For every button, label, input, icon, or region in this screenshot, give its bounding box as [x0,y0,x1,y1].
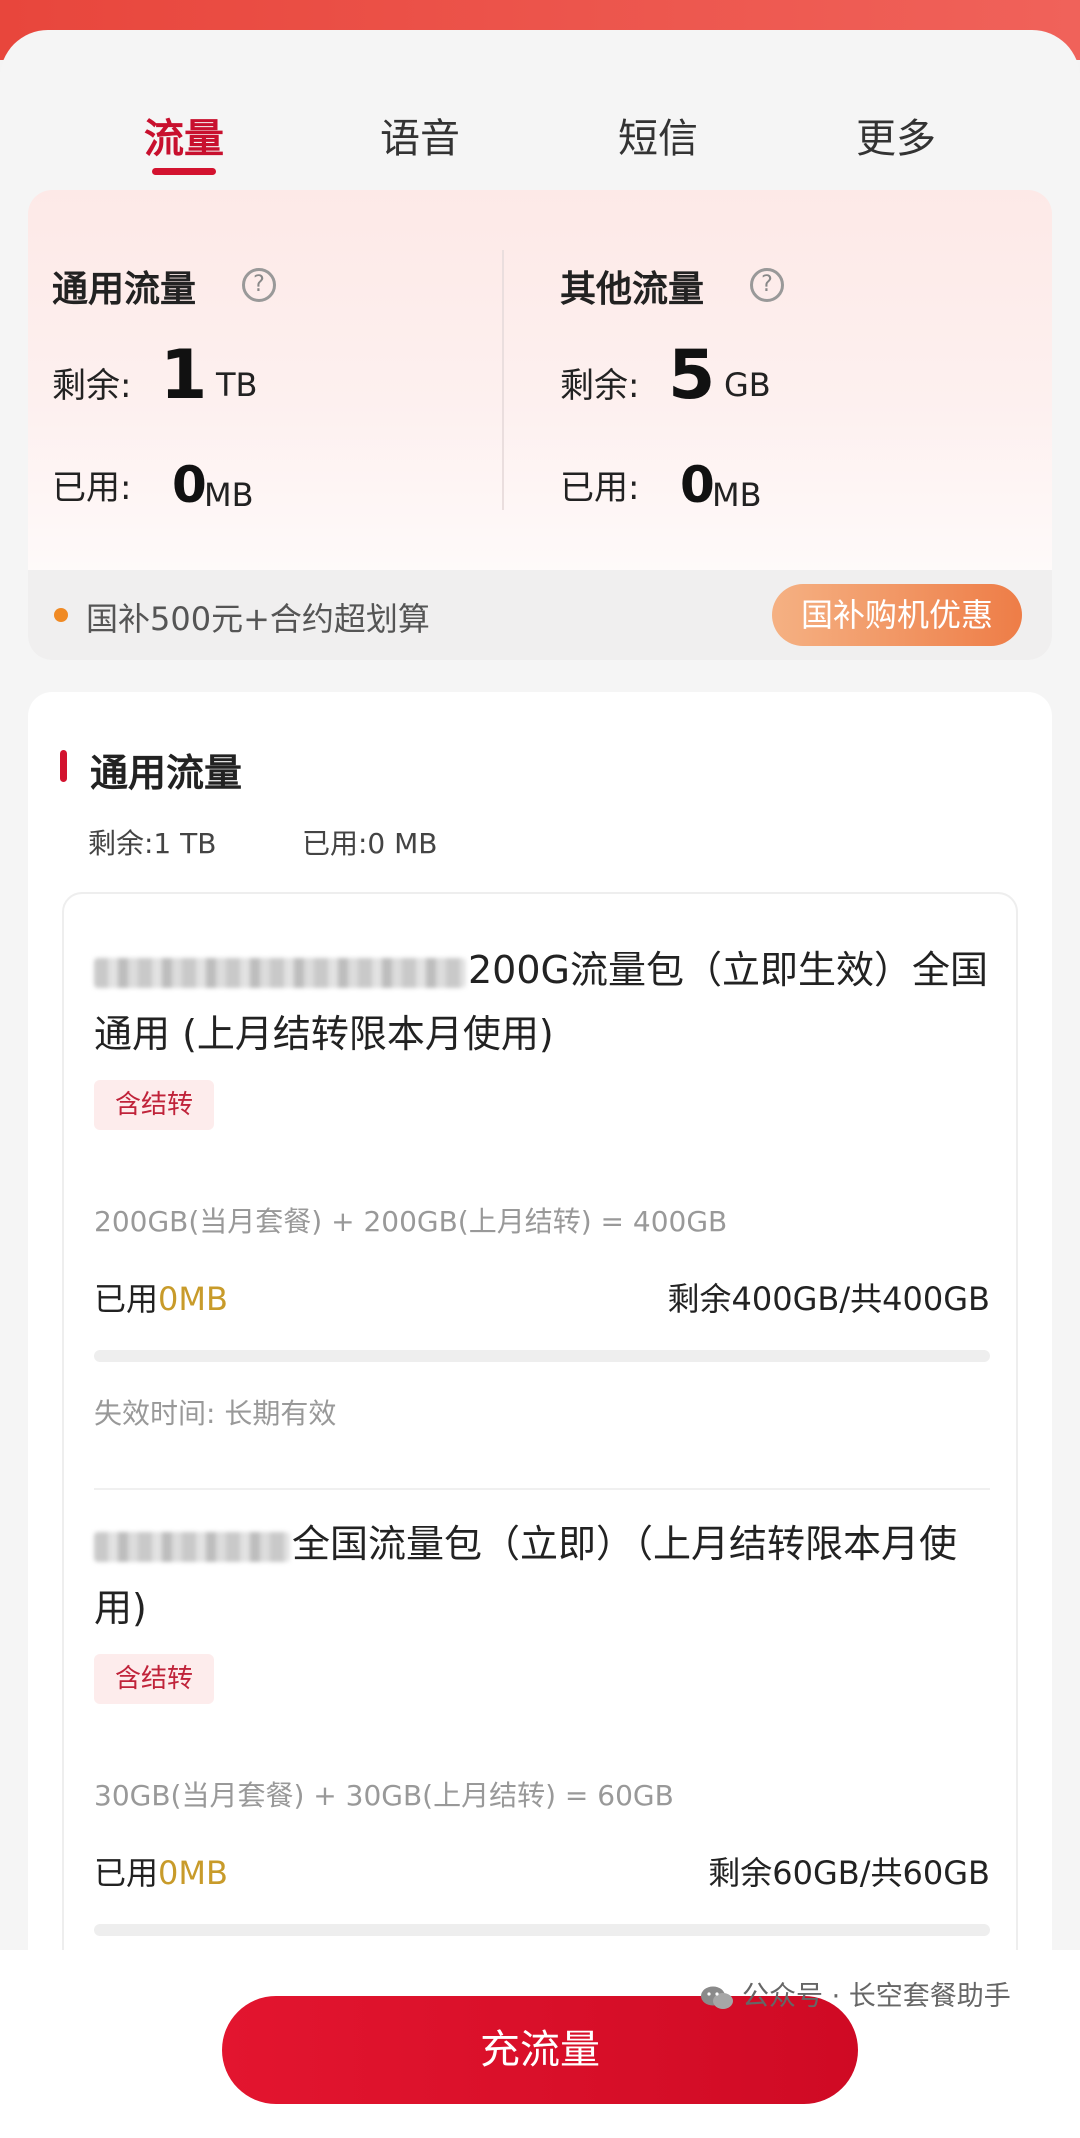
carryover-tag: 含结转 [94,1080,214,1130]
package-used: 已用0MB [94,1854,228,1892]
promo-text: 国补500元+合约超划算 [86,600,430,638]
tab-data[interactable]: 流量 [84,106,284,164]
package-remain: 剩余400GB/共400GB [667,1280,990,1318]
wechat-icon [701,1986,733,2009]
general-used-value: 0 [172,456,207,514]
help-icon[interactable]: ? [242,268,276,302]
package-expiry: 失效时间: 长期有效 [94,1397,337,1430]
redacted-text [94,1531,290,1562]
usage-progress-bar [94,1350,990,1362]
general-remain-unit: TB [216,366,258,404]
general-remain-value: 1 [160,336,208,415]
remain-label: 剩余: [560,366,640,406]
package-name: 200G流量包（立即生效）全国通用 (上月结转限本月使用) [94,948,988,1056]
help-icon[interactable]: ? [750,268,784,302]
section-marker [60,750,67,782]
summary-divider [502,250,504,510]
used-label: 已用: [560,468,640,508]
package-list: 200G流量包（立即生效）全国通用 (上月结转限本月使用) 含结转 200GB(… [62,892,1018,2092]
package-used: 已用0MB [94,1280,228,1318]
package-formula: 200GB(当月套餐) + 200GB(上月结转) = 400GB [94,1205,728,1238]
carryover-tag: 含结转 [94,1654,214,1704]
package-remain: 剩余60GB/共60GB [708,1854,990,1892]
general-data-title: 通用流量 [52,269,197,310]
package-divider [94,1488,990,1490]
tab-more[interactable]: 更多 [796,106,996,164]
detail-used-stat: 已用:0 MB [302,827,438,860]
tab-sms[interactable]: 短信 [558,106,758,164]
promo-banner[interactable]: 国补500元+合约超划算 国补购机优惠 [28,570,1052,660]
other-data-title: 其他流量 [560,269,705,310]
package-name: 全国流量包（立即）（上月结转限本月使用) [94,1522,958,1630]
active-tab-indicator [152,168,216,175]
redacted-text [94,957,466,988]
other-remain-value: 5 [668,336,716,415]
general-used-unit: MB [204,476,254,514]
other-used-unit: MB [712,476,762,514]
general-data-detail-card: 通用流量 剩余:1 TB 已用:0 MB 200G流量包（立即生效）全国通用 (… [28,692,1052,2092]
bullet-dot-icon [54,608,68,622]
watermark: 公众号 · 长空套餐助手 [700,1974,1011,2013]
usage-summary-card: 通用流量 ? 剩余: 1 TB 已用: 0 MB 其他流量 ? 剩余: 5 GB [28,190,1052,660]
remain-label: 剩余: [52,366,132,406]
other-remain-unit: GB [724,366,771,404]
detail-remain-stat: 剩余:1 TB [88,827,217,860]
other-used-value: 0 [680,456,715,514]
content-sheet: 流量 语音 短信 更多 通用流量 ? 剩余: 1 TB 已用: 0 MB 其他流… [0,30,1080,2138]
other-data-summary: 其他流量 ? 剩余: 5 GB 已用: 0 MB [536,190,1036,570]
subsidy-offer-button[interactable]: 国补购机优惠 [772,584,1022,646]
used-label: 已用: [52,468,132,508]
tab-voice[interactable]: 语音 [320,106,520,164]
usage-progress-bar [94,1924,990,1936]
detail-title: 通用流量 [90,751,243,795]
package-formula: 30GB(当月套餐) + 30GB(上月结转) = 60GB [94,1779,674,1812]
general-data-summary: 通用流量 ? 剩余: 1 TB 已用: 0 MB [28,190,528,570]
tab-bar: 流量 语音 短信 更多 [0,78,1080,188]
